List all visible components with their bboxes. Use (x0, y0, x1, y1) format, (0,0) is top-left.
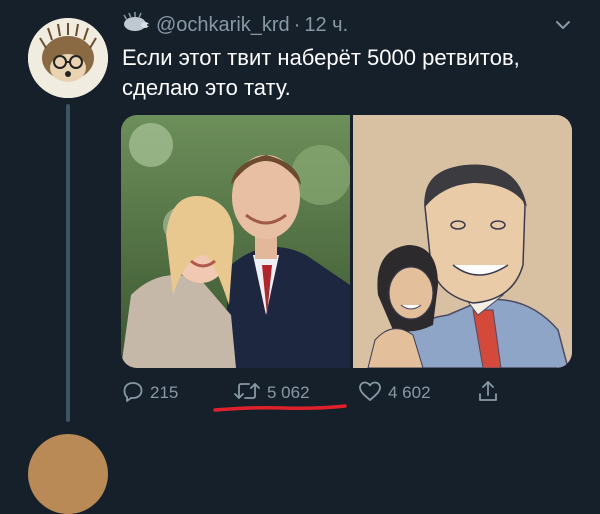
tweet-actions: 215 5 062 4 602 (122, 378, 582, 408)
tweet-text-line-2: сделаю это тату. (122, 75, 291, 100)
thread-line (66, 104, 70, 422)
tweet-header: @ochkarik_krd · 12 ч. (122, 12, 348, 38)
photo-image[interactable] (121, 115, 351, 368)
reply-icon (122, 380, 150, 407)
reply-count: 215 (150, 383, 179, 402)
red-underline-annotation (213, 404, 347, 412)
tweet-media (121, 115, 572, 368)
header-separator: · (293, 13, 301, 36)
hedgehog-emoji-icon (122, 12, 156, 38)
tweet-text-line-1: Если этот твит наберёт 5000 ретвитов, (122, 45, 520, 70)
share-button[interactable] (477, 378, 505, 408)
like-count: 4 602 (388, 383, 431, 402)
next-tweet-avatar[interactable] (28, 434, 108, 514)
heart-icon (358, 380, 388, 407)
pencil-drawing-image[interactable] (353, 115, 572, 368)
tweet-text: Если этот твит наберёт 5000 ретвитов, сд… (122, 43, 582, 103)
user-handle[interactable]: @ochkarik_krd (156, 14, 290, 37)
share-icon (477, 379, 505, 408)
tweet-timestamp[interactable]: 12 ч. (304, 14, 348, 37)
avatar[interactable] (28, 18, 108, 98)
like-button[interactable]: 4 602 (358, 378, 431, 408)
retweet-count: 5 062 (267, 383, 310, 402)
reply-button[interactable]: 215 (122, 378, 178, 408)
